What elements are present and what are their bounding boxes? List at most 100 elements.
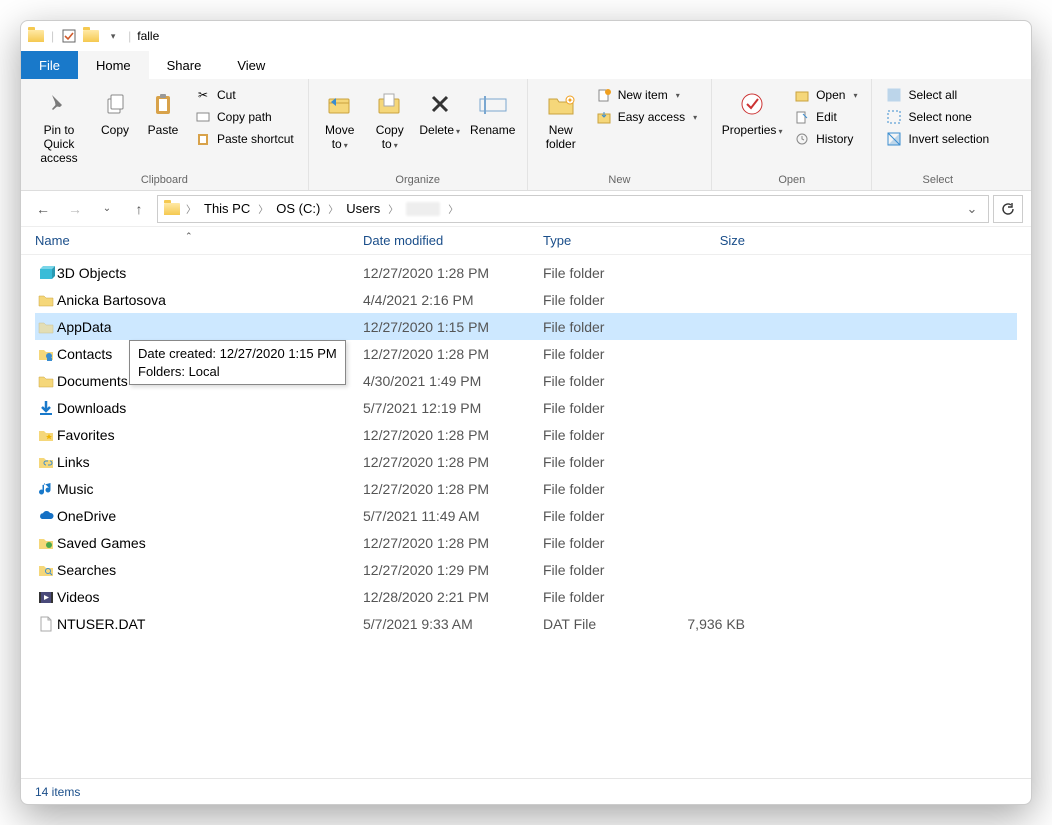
file-row[interactable]: Links12/27/2020 1:28 PMFile folder	[35, 448, 1017, 475]
move-to-button[interactable]: Move to▾	[315, 83, 365, 155]
qat-folder-icon[interactable]	[82, 27, 100, 45]
new-folder-button[interactable]: ✦ New folder	[534, 83, 588, 155]
file-name: Links	[57, 454, 363, 470]
column-size[interactable]: Size	[657, 233, 757, 248]
file-date: 12/27/2020 1:29 PM	[363, 562, 543, 578]
column-name[interactable]: Name⌃	[35, 233, 363, 248]
address-bar[interactable]: 〉 This PC 〉 OS (C:) 〉 Users 〉 〉 ⌄	[157, 195, 989, 223]
column-date[interactable]: Date modified	[363, 233, 543, 248]
scissors-icon: ✂	[195, 87, 211, 103]
delete-icon	[428, 87, 452, 121]
file-date: 12/27/2020 1:28 PM	[363, 535, 543, 551]
delete-button[interactable]: Delete▾	[415, 83, 465, 141]
file-name: AppData	[57, 319, 363, 335]
file-type: DAT File	[543, 616, 657, 632]
onedrive-icon	[35, 507, 57, 525]
file-date: 5/7/2021 9:33 AM	[363, 616, 543, 632]
refresh-button[interactable]	[993, 195, 1023, 223]
svg-text:✦: ✦	[566, 96, 573, 105]
copy-button[interactable]: Copy	[91, 83, 139, 141]
file-date: 4/30/2021 1:49 PM	[363, 373, 543, 389]
file-name: 3D Objects	[57, 265, 363, 281]
ribbon-tabs: File Home Share View	[21, 51, 1031, 79]
file-name: Saved Games	[57, 535, 363, 551]
forward-button[interactable]: →	[61, 195, 89, 223]
file-row[interactable]: Anicka Bartosova4/4/2021 2:16 PMFile fol…	[35, 286, 1017, 313]
file-type: File folder	[543, 346, 657, 362]
download-icon	[35, 399, 57, 417]
select-none-button[interactable]: Select none	[882, 107, 993, 127]
file-row[interactable]: Music12/27/2020 1:28 PMFile folder	[35, 475, 1017, 502]
easy-access-button[interactable]: Easy access▾	[592, 107, 701, 127]
file-date: 12/28/2020 2:21 PM	[363, 589, 543, 605]
breadcrumb-current[interactable]	[402, 199, 444, 219]
window-title: falle	[137, 29, 159, 43]
tab-home[interactable]: Home	[78, 51, 149, 79]
cut-button[interactable]: ✂Cut	[191, 85, 298, 105]
copy-path-icon	[195, 109, 211, 125]
file-type: File folder	[543, 319, 657, 335]
file-row[interactable]: NTUSER.DAT5/7/2021 9:33 AMDAT File7,936 …	[35, 610, 1017, 637]
file-name: NTUSER.DAT	[57, 616, 363, 632]
tab-view[interactable]: View	[219, 51, 283, 79]
new-folder-icon: ✦	[546, 87, 576, 121]
open-button[interactable]: Open▾	[790, 85, 861, 105]
file-list: Date created: 12/27/2020 1:15 PM Folders…	[21, 255, 1031, 778]
group-new: ✦ New folder New item▾ Easy access▾ New	[528, 79, 712, 190]
music-icon	[35, 480, 57, 498]
invert-selection-button[interactable]: Invert selection	[882, 129, 993, 149]
file-type: File folder	[543, 562, 657, 578]
file-row[interactable]: OneDrive5/7/2021 11:49 AMFile folder	[35, 502, 1017, 529]
file-name: Searches	[57, 562, 363, 578]
file-size: 7,936 KB	[657, 616, 757, 632]
file-date: 4/4/2021 2:16 PM	[363, 292, 543, 308]
breadcrumb-this-pc[interactable]: This PC	[200, 199, 254, 218]
pin-icon	[46, 87, 72, 121]
tab-share[interactable]: Share	[149, 51, 220, 79]
rename-button[interactable]: Rename	[465, 83, 521, 141]
select-all-button[interactable]: Select all	[882, 85, 993, 105]
folder-faded-icon	[35, 318, 57, 336]
edit-button[interactable]: Edit	[790, 107, 861, 127]
address-history-button[interactable]: ⌄	[960, 201, 984, 217]
qat-checkbox-icon[interactable]	[60, 27, 78, 45]
file-type: File folder	[543, 454, 657, 470]
app-icon	[27, 27, 45, 45]
invert-selection-icon	[886, 131, 902, 147]
pin-to-quick-access-button[interactable]: Pin to Quick access	[27, 83, 91, 169]
up-button[interactable]: ↑	[125, 195, 153, 223]
copy-icon	[102, 87, 128, 121]
explorer-window: | ▾ | falle File Home Share View Pin to …	[20, 20, 1032, 805]
file-row[interactable]: Videos12/28/2020 2:21 PMFile folder	[35, 583, 1017, 610]
copy-to-button[interactable]: Copy to▾	[365, 83, 415, 155]
copy-path-button[interactable]: Copy path	[191, 107, 298, 127]
tab-file[interactable]: File	[21, 51, 78, 79]
breadcrumb-users[interactable]: Users	[342, 199, 384, 218]
tooltip: Date created: 12/27/2020 1:15 PM Folders…	[129, 340, 346, 385]
file-row[interactable]: Searches12/27/2020 1:29 PMFile folder	[35, 556, 1017, 583]
breadcrumb-osc[interactable]: OS (C:)	[272, 199, 324, 218]
easy-access-icon	[596, 109, 612, 125]
file-row[interactable]: Downloads5/7/2021 12:19 PMFile folder	[35, 394, 1017, 421]
file-date: 12/27/2020 1:28 PM	[363, 265, 543, 281]
file-row[interactable]: Favorites12/27/2020 1:28 PMFile folder	[35, 421, 1017, 448]
new-item-button[interactable]: New item▾	[592, 85, 701, 105]
file-date: 12/27/2020 1:28 PM	[363, 346, 543, 362]
search-icon	[35, 561, 57, 579]
paste-shortcut-button[interactable]: Paste shortcut	[191, 129, 298, 149]
links-icon	[35, 453, 57, 471]
paste-button[interactable]: Paste	[139, 83, 187, 141]
recent-locations-button[interactable]: ⌄	[93, 195, 121, 223]
column-type[interactable]: Type	[543, 233, 657, 248]
properties-button[interactable]: Properties▾	[718, 83, 786, 141]
move-to-icon	[326, 87, 354, 121]
history-button[interactable]: History	[790, 129, 861, 149]
file-row[interactable]: 3D Objects12/27/2020 1:28 PMFile folder	[35, 259, 1017, 286]
file-row[interactable]: AppData12/27/2020 1:15 PMFile folder	[35, 313, 1017, 340]
select-none-icon	[886, 109, 902, 125]
qat-dropdown-icon[interactable]: ▾	[104, 27, 122, 45]
select-all-icon	[886, 87, 902, 103]
back-button[interactable]: ←	[29, 195, 57, 223]
file-row[interactable]: Saved Games12/27/2020 1:28 PMFile folder	[35, 529, 1017, 556]
file-type: File folder	[543, 400, 657, 416]
